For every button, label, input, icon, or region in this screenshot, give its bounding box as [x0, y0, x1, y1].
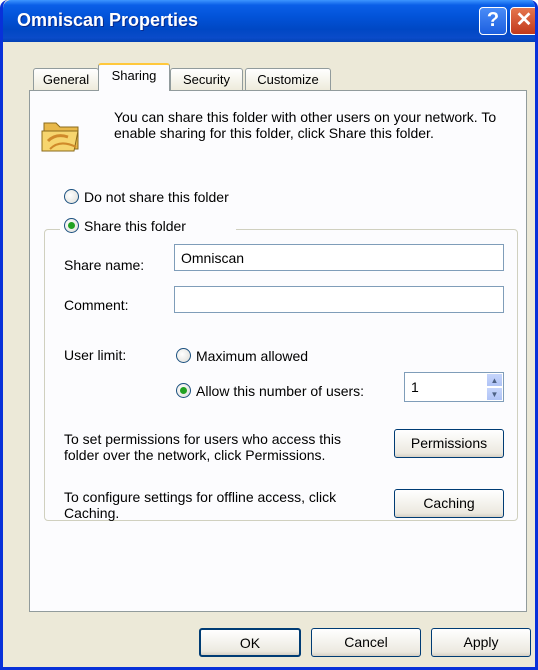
do-not-share-label[interactable]: Do not share this folder — [84, 189, 229, 205]
title-bar[interactable]: Omniscan Properties ? ✕ — [3, 0, 535, 42]
help-icon: ? — [486, 9, 500, 31]
close-button[interactable]: ✕ — [510, 7, 535, 35]
caching-text: To configure settings for offline access… — [64, 489, 337, 521]
tab-customize[interactable]: Customize — [245, 68, 331, 92]
window-title: Omniscan Properties — [17, 10, 199, 30]
apply-button[interactable]: Apply — [431, 628, 531, 657]
share-this-folder-radio[interactable] — [64, 218, 79, 233]
tab-sharing[interactable]: Sharing — [98, 63, 170, 91]
share-this-folder-label[interactable]: Share this folder — [84, 218, 186, 234]
user-count-spinner[interactable]: ▲ ▼ — [404, 372, 504, 402]
sharing-panel: You can share this folder with other use… — [29, 90, 527, 612]
share-legend: Share this folder — [60, 215, 236, 237]
permissions-text: To set permissions for users who access … — [64, 431, 341, 463]
maximum-allowed-label[interactable]: Maximum allowed — [196, 348, 308, 364]
maximum-allowed-radio[interactable] — [176, 348, 191, 363]
share-name-label: Share name: — [64, 257, 145, 273]
comment-input[interactable] — [174, 286, 504, 313]
chevron-up-icon[interactable]: ▲ — [486, 373, 503, 387]
properties-dialog: Omniscan Properties ? ✕ General Sharing … — [0, 0, 538, 670]
ok-button[interactable]: OK — [199, 628, 301, 657]
chevron-down-icon[interactable]: ▼ — [486, 387, 503, 401]
cancel-button[interactable]: Cancel — [311, 628, 421, 657]
tab-general[interactable]: General — [33, 68, 99, 92]
close-icon: ✕ — [515, 9, 533, 31]
help-button[interactable]: ? — [479, 7, 507, 35]
comment-label: Comment: — [64, 297, 129, 313]
allow-number-radio[interactable] — [176, 383, 191, 398]
folder-share-icon — [41, 122, 79, 152]
sharing-intro-text: You can share this folder with other use… — [114, 109, 497, 141]
permissions-button[interactable]: Permissions — [394, 429, 504, 458]
caching-button[interactable]: Caching — [394, 489, 504, 518]
share-name-input[interactable] — [174, 244, 504, 271]
do-not-share-radio[interactable] — [64, 189, 79, 204]
user-limit-label: User limit: — [64, 347, 127, 363]
allow-number-label[interactable]: Allow this number of users: — [196, 383, 364, 399]
tab-security[interactable]: Security — [170, 68, 243, 92]
